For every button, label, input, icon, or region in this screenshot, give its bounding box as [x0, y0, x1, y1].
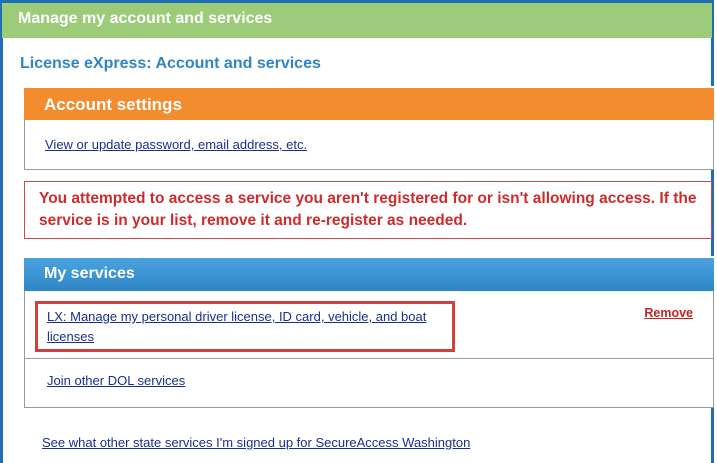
error-message: You attempted to access a service you ar… [24, 181, 712, 239]
join-services-link[interactable]: Join other DOL services [47, 373, 185, 388]
my-services-header: My services [24, 256, 714, 291]
update-account-link[interactable]: View or update password, email address, … [45, 137, 307, 152]
service-link-lx[interactable]: LX: Manage my personal driver license, I… [47, 307, 467, 347]
service-row: LX: Manage my personal driver license, I… [25, 291, 713, 359]
account-settings-panel: View or update password, email address, … [24, 120, 714, 170]
remove-service-button[interactable]: Remove [644, 306, 693, 320]
account-settings-header: Account settings [24, 86, 714, 120]
page-header-bar: Manage my account and services [0, 0, 714, 38]
page-subheading: License eXpress: Account and services [20, 55, 321, 72]
secureaccess-services-link[interactable]: See what other state services I'm signed… [42, 435, 470, 450]
my-services-panel: LX: Manage my personal driver license, I… [24, 291, 714, 408]
